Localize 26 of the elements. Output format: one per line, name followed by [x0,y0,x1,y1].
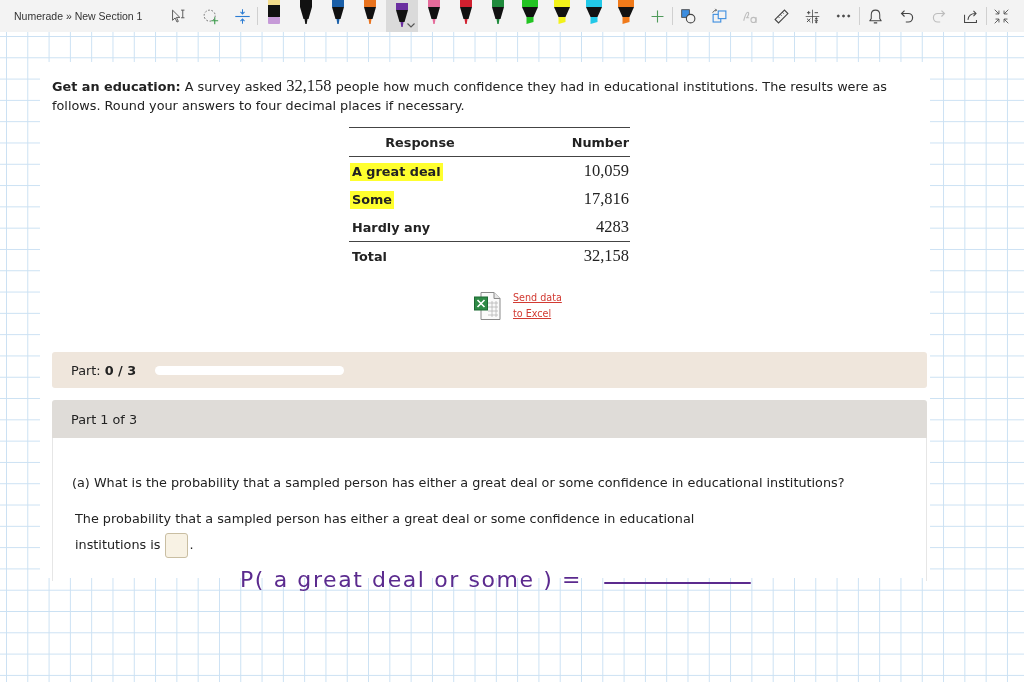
count-value: 10,059 [583,161,629,180]
highlighted-response-label: A great deal [350,162,443,181]
export-link[interactable]: Send data to Excel [513,290,567,322]
part-counter: Part: 0 / 3 [71,362,137,378]
total-value: 32,158 [583,246,629,265]
spreadsheet-icon[interactable] [473,291,503,321]
problem-text: Get an education: A survey asked 32,158 people how much confidence they had in educational institutions. The results were as follows. Round your answers to four decimal places if necessary. [52,76,888,115]
part-header: Part 1 of 3 [52,400,927,438]
column-header: Number [571,134,629,150]
highlighted-response-label: Some [350,190,395,209]
dashed-circle-plus-icon [201,7,219,25]
total-label: Total [351,247,388,266]
vertical-arrows-icon [233,7,251,25]
count-value: 4283 [596,217,629,236]
breadcrumb[interactable]: Numerade » New Section 1 [14,10,143,22]
answer-field[interactable] [164,533,188,558]
arrows-inward-icon [992,7,1010,25]
pen-button[interactable] [386,0,418,32]
caret-icon [407,23,415,28]
question-text: (a) What is the probability that a sampled person has either a great deal or some confidence in educational institutions? [72,474,846,492]
handwritten-text: P( a great deal or some ) = [240,566,583,594]
cursor-icon [169,7,187,25]
answer-sentence: The probability that a sampled person has either a great deal or some confidence in educational institutions is . [75,506,735,558]
response-label: Hardly any [351,218,432,237]
count-value: 17,816 [583,189,629,208]
column-header: Response [385,134,455,150]
